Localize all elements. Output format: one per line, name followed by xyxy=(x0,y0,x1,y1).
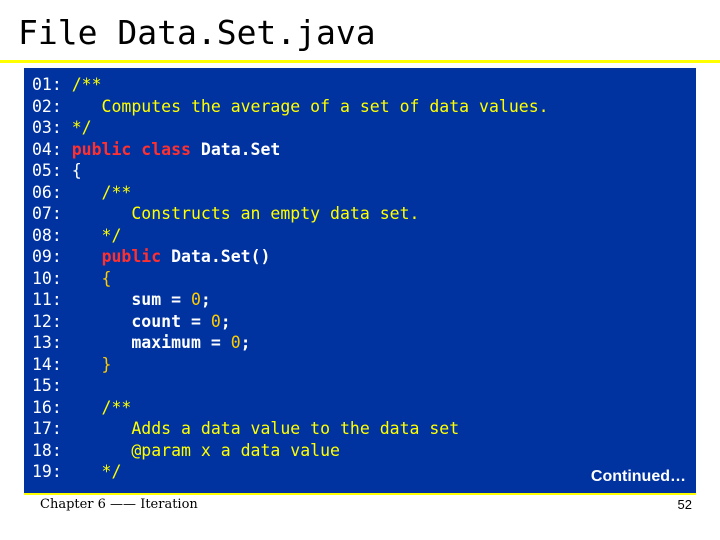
code-token: /** xyxy=(71,75,102,94)
code-token: public xyxy=(101,247,172,266)
code-token: 0 xyxy=(230,333,241,352)
code-line: 10: { xyxy=(32,268,549,290)
code-line-number: 13: xyxy=(32,333,72,352)
page-title: File Data.Set.java xyxy=(18,12,376,54)
code-token: { xyxy=(71,268,112,288)
code-token: public class xyxy=(71,139,201,159)
code-text: 01: /** 02: Computes the average of a set… xyxy=(32,74,549,483)
code-line-number: 09: xyxy=(32,247,72,266)
code-token: Adds a data value to the data set xyxy=(71,419,460,438)
code-line: 02: Computes the average of a set of dat… xyxy=(32,96,549,118)
code-token: { xyxy=(71,161,82,180)
code-line-number: 19: xyxy=(32,462,72,481)
code-line-number: 07: xyxy=(32,204,72,223)
code-line: 17: Adds a data value to the data set xyxy=(32,418,549,440)
code-token: Constructs an empty data set. xyxy=(71,204,420,223)
code-line: 15: xyxy=(32,375,549,397)
footer-page-number: 52 xyxy=(677,497,692,512)
code-token: count = xyxy=(71,311,211,331)
code-token: 0 xyxy=(210,311,221,331)
code-line-number: 17: xyxy=(32,419,72,438)
page-title-filename: Data.Set.java xyxy=(117,13,376,52)
code-line-number: 04: xyxy=(32,139,72,159)
code-line-number: 02: xyxy=(32,96,72,116)
code-token: @param x a data value xyxy=(71,440,340,460)
code-token: /** xyxy=(71,182,132,202)
code-line: 01: /** xyxy=(32,74,549,96)
code-line: 14: } xyxy=(32,354,549,376)
code-token: */ xyxy=(71,462,122,481)
title-divider xyxy=(0,60,720,63)
code-token: */ xyxy=(71,225,122,245)
code-line-number: 01: xyxy=(32,75,72,94)
code-line: 05: { xyxy=(32,160,549,182)
code-line-number: 08: xyxy=(32,225,72,245)
code-line-number: 03: xyxy=(32,118,72,137)
code-listing: 01: /** 02: Computes the average of a set… xyxy=(24,68,696,493)
code-token: sum = xyxy=(71,290,191,309)
code-line: 16: /** xyxy=(32,397,549,419)
code-line-number: 11: xyxy=(32,290,72,309)
code-token: Computes the average of a set of data va… xyxy=(71,96,549,116)
code-line-number: 18: xyxy=(32,440,72,460)
code-line: 09: public Data.Set() xyxy=(32,246,549,268)
code-line: 11: sum = 0; xyxy=(32,289,549,311)
code-line: 18: @param x a data value xyxy=(32,440,549,462)
code-line-number: 16: xyxy=(32,397,72,417)
code-line-number: 15: xyxy=(32,376,72,395)
code-token: Data.Set() xyxy=(171,247,271,266)
code-line: 04: public class Data.Set xyxy=(32,139,549,161)
code-line: 19: */ xyxy=(32,461,549,483)
code-line: 06: /** xyxy=(32,182,549,204)
footer-chapter-label: Chapter 6 —— Iteration xyxy=(40,497,198,512)
page-title-prefix: File xyxy=(18,13,98,52)
slide: File Data.Set.java 01: /** 02: Computes t… xyxy=(0,0,720,540)
code-line-number: 06: xyxy=(32,182,72,202)
code-token: } xyxy=(71,354,112,374)
code-token: 0 xyxy=(190,290,201,309)
code-token: /** xyxy=(71,397,132,417)
code-token: ; xyxy=(200,290,211,309)
code-line: 13: maximum = 0; xyxy=(32,332,549,354)
footer-divider xyxy=(24,493,696,495)
code-token: */ xyxy=(71,118,92,137)
code-line-number: 14: xyxy=(32,354,72,374)
code-token: Data.Set xyxy=(200,139,281,159)
code-line-number: 10: xyxy=(32,268,72,288)
code-line-number: 05: xyxy=(32,161,72,180)
code-line: 12: count = 0; xyxy=(32,311,549,333)
continued-label: Continued… xyxy=(590,468,686,485)
code-token: ; xyxy=(240,333,251,352)
code-line: 03: */ xyxy=(32,117,549,139)
code-line-number: 12: xyxy=(32,311,72,331)
code-token: maximum = xyxy=(71,333,231,352)
code-token: ; xyxy=(220,311,231,331)
code-line: 07: Constructs an empty data set. xyxy=(32,203,549,225)
code-line: 08: */ xyxy=(32,225,549,247)
